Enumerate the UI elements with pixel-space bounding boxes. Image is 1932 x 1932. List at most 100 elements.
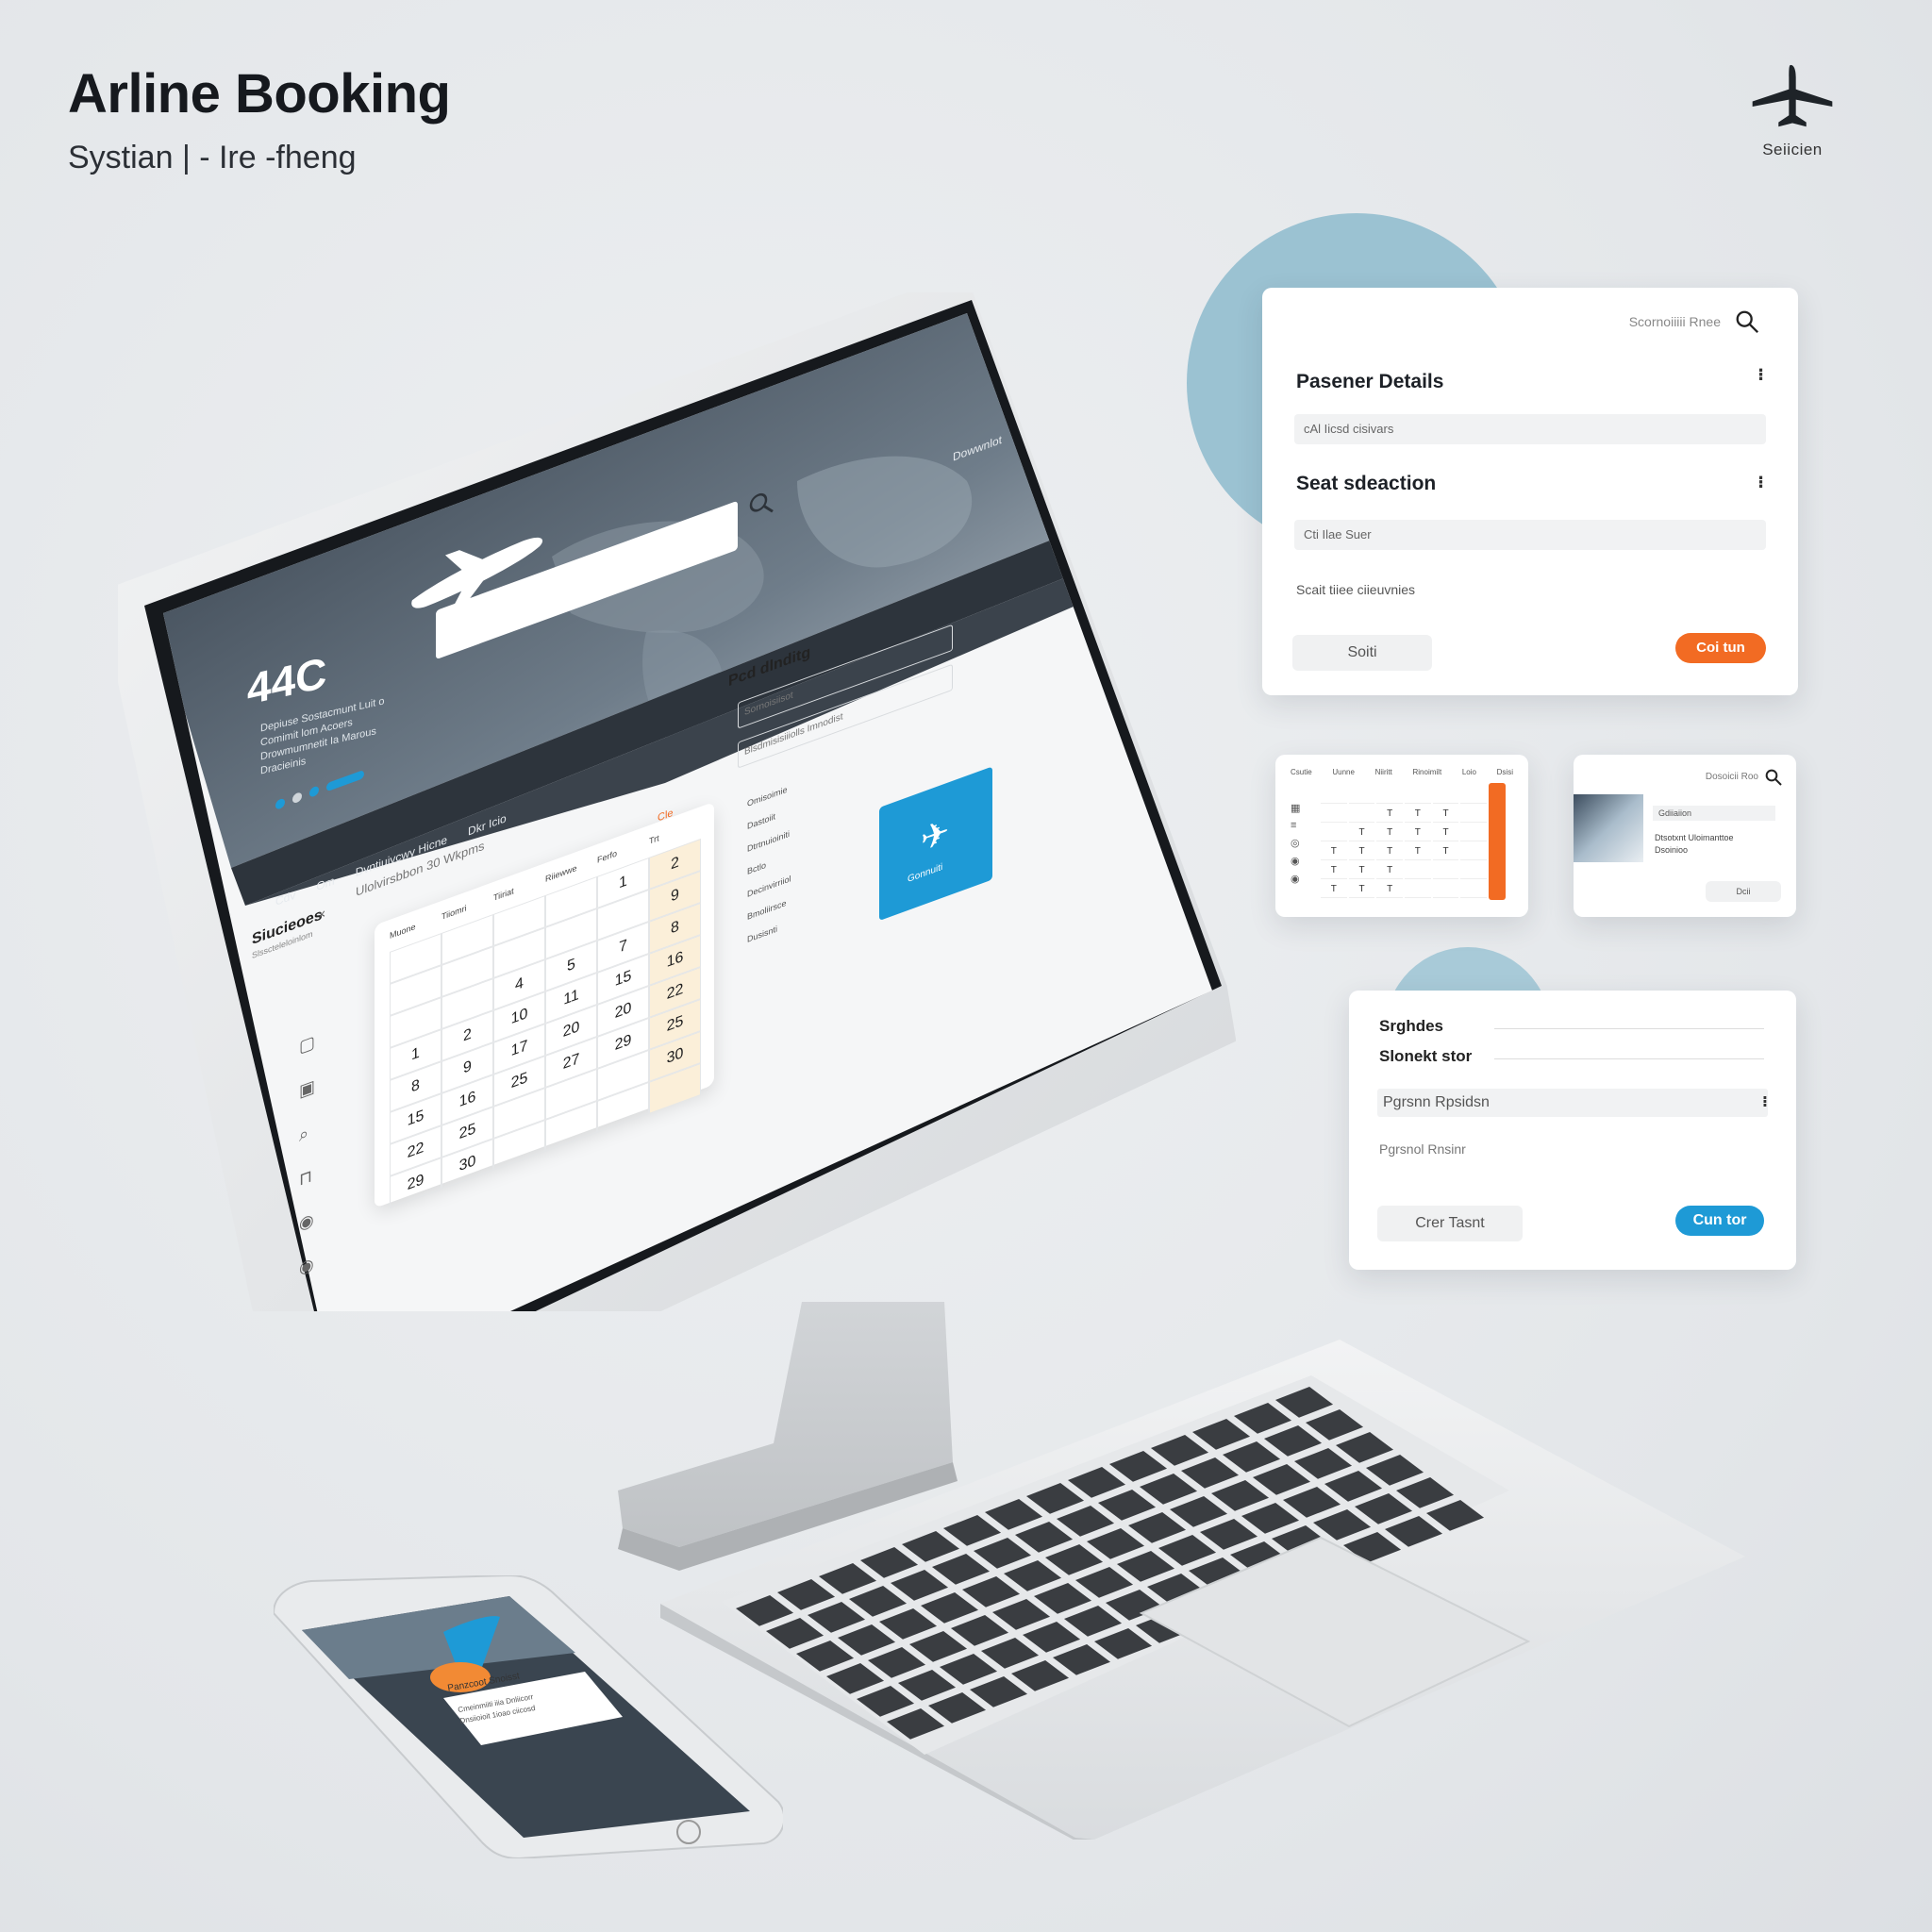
brand-label: Seiicien <box>1762 141 1823 158</box>
passenger-field[interactable]: cAl Iicsd cisivars <box>1294 414 1766 444</box>
mini-calendar-cell <box>1348 806 1375 823</box>
feature-tile[interactable]: ✈ Gonnuiti <box>879 766 992 922</box>
result-list: Omisoimie Dastoiit Dtrtnuioiniti Bctlo D… <box>747 783 791 944</box>
soiti-button[interactable]: Soiti <box>1292 635 1432 671</box>
nav-item[interactable]: Cdv <box>275 888 295 908</box>
mini-calendar-cell[interactable]: T <box>1348 862 1375 879</box>
continue-button[interactable]: Cun tor <box>1675 1206 1764 1236</box>
mini-calendar-cell[interactable]: T <box>1321 862 1347 879</box>
list-item[interactable]: Bmoliirsce <box>747 896 791 922</box>
carousel-dot[interactable] <box>292 791 302 805</box>
list-icon[interactable]: ≡ <box>1291 820 1300 831</box>
seat-heading: Seat sdeaction <box>1296 473 1437 494</box>
mini-calendar-cell <box>1321 787 1347 804</box>
search-icon[interactable] <box>1764 768 1783 787</box>
mini-calendar-cell <box>1460 787 1487 804</box>
mini-calendar-cell[interactable]: T <box>1432 824 1459 841</box>
page-title: Arline Booking <box>68 63 451 125</box>
kebab-icon[interactable]: ⁝ <box>1757 473 1764 492</box>
mini-calendar-card: Csutie Uunne Niiritt Rinoimilt Loio Dsis… <box>1275 755 1528 917</box>
mini-calendar-cell <box>1460 862 1487 879</box>
mini-calendar-cell <box>1404 787 1431 804</box>
mini-calendar-cell[interactable]: T <box>1376 824 1403 841</box>
card4-field[interactable]: Pgrsnn Rpsidsn <box>1377 1089 1768 1117</box>
image-icon[interactable]: ▣ <box>299 1076 315 1102</box>
mini-calendar-cell[interactable]: T <box>1376 806 1403 823</box>
mini-calendar-cell[interactable]: T <box>1321 881 1347 898</box>
card3-desc: Dtsotxnt Uloimanttoe Dsoinioo <box>1655 833 1734 855</box>
mini-calendar-cell <box>1460 881 1487 898</box>
mini-calendar-cell[interactable]: T <box>1432 806 1459 823</box>
continue-button[interactable]: Coi tun <box>1675 633 1766 663</box>
carousel-bar[interactable] <box>326 769 364 791</box>
hero-big-text: 44C <box>247 647 327 715</box>
settings-icon[interactable]: ◉ <box>299 1209 315 1235</box>
list-item[interactable]: Decinvirriiol <box>747 874 791 899</box>
seat-field[interactable]: Cti Ilae Suer <box>1294 520 1766 550</box>
card4-label: Slonekt stor <box>1379 1047 1473 1065</box>
mini-orange-bar[interactable] <box>1489 783 1506 900</box>
passenger-heading: Pasener Details <box>1296 371 1444 392</box>
user-icon[interactable]: ◉ <box>1291 873 1300 885</box>
list-item[interactable]: Dusisnti <box>747 919 791 944</box>
mini-header-cell: Uunne <box>1332 768 1355 776</box>
right-panel: Pcd dlnditg Sornoisiisot Blsdmisisiiioll… <box>728 585 992 1052</box>
kebab-icon[interactable]: ⁝ <box>1757 365 1764 385</box>
mini-calendar-cell[interactable]: T <box>1348 881 1375 898</box>
mini-calendar-cell[interactable]: T <box>1404 843 1431 860</box>
divider <box>1494 1058 1764 1059</box>
airplane-icon <box>1752 64 1833 127</box>
mini-calendar-header: Csutie Uunne Niiritt Rinoimilt Loio Dsis… <box>1291 768 1513 776</box>
mini-calendar-cell <box>1376 787 1403 804</box>
carousel-dot[interactable] <box>275 797 285 811</box>
seat-note: Scait tiiee ciieuvnies <box>1296 582 1416 597</box>
search-icon[interactable] <box>1734 308 1760 335</box>
card3-button[interactable]: Dcii <box>1706 881 1781 902</box>
passenger-summary-card: Srghdes Slonekt stor Pgrsnn Rpsidsn ⁝ Pg… <box>1349 991 1796 1270</box>
folder-icon[interactable]: ⊓ <box>299 1165 315 1191</box>
mini-calendar-cell[interactable]: T <box>1404 806 1431 823</box>
list-item[interactable]: Bctlo <box>747 851 791 876</box>
brand-logo: Seiicien <box>1747 58 1838 159</box>
close-icon[interactable]: × <box>318 906 325 924</box>
card4-note: Pgrsnol Rnsinr <box>1379 1141 1466 1157</box>
mini-header-cell: Niiritt <box>1374 768 1392 776</box>
mini-calendar-cell[interactable]: T <box>1376 881 1403 898</box>
mini-calendar-cell[interactable]: T <box>1404 824 1431 841</box>
mini-calendar-cell[interactable]: T <box>1376 843 1403 860</box>
mini-calendar-cell <box>1321 806 1347 823</box>
band-label[interactable]: Dowwnlot <box>953 433 1002 464</box>
list-item[interactable]: Dtrtnuioiniti <box>747 828 791 854</box>
list-item[interactable]: Dastoiit <box>747 806 791 831</box>
card3-search-label: Dosoicii Roo <box>1705 772 1758 782</box>
chat-icon[interactable]: ▢ <box>299 1032 315 1058</box>
hero-carousel-dots[interactable] <box>275 769 364 811</box>
passenger-details-card: Scornoiiiii Rnee Pasener Details ⁝ cAl I… <box>1262 288 1798 695</box>
list-item[interactable]: Omisoimie <box>747 783 791 808</box>
laptop <box>660 1340 1745 1840</box>
kebab-icon[interactable]: ⁝ <box>1762 1092 1768 1111</box>
flight-photo <box>1574 794 1643 862</box>
nav-item[interactable]: Om <box>316 874 334 893</box>
mini-header-cell: Loio <box>1461 768 1476 776</box>
cancel-button[interactable]: Crer Tasnt <box>1377 1206 1523 1241</box>
mini-calendar-cell[interactable]: T <box>1348 824 1375 841</box>
mini-calendar-cell[interactable]: T <box>1321 843 1347 860</box>
mini-calendar-cell <box>1432 862 1459 879</box>
globe-icon[interactable]: ◎ <box>1291 837 1300 849</box>
airplane-icon: ✈ <box>921 810 950 860</box>
nav-item[interactable]: Dkr Icio <box>468 811 507 839</box>
search-icon[interactable] <box>747 485 775 524</box>
mini-calendar-cell[interactable]: T <box>1376 862 1403 879</box>
search-icon[interactable]: ⌕ <box>299 1121 315 1146</box>
mini-calendar-cell <box>1460 824 1487 841</box>
settings-icon[interactable]: ◉ <box>1291 855 1300 867</box>
card-search[interactable]: Scornoiiiii Rnee <box>1629 308 1760 335</box>
flight-detail-card: Dosoicii Roo Gdiiaiion Dtsotxnt Uloimant… <box>1574 755 1796 917</box>
carousel-dot[interactable] <box>309 785 319 798</box>
feature-label: Gonnuiti <box>908 861 943 886</box>
grid-icon[interactable]: ▦ <box>1291 802 1300 814</box>
card3-field[interactable]: Gdiiaiion <box>1653 806 1775 821</box>
mini-calendar-cell[interactable]: T <box>1432 843 1459 860</box>
mini-calendar-cell[interactable]: T <box>1348 843 1375 860</box>
